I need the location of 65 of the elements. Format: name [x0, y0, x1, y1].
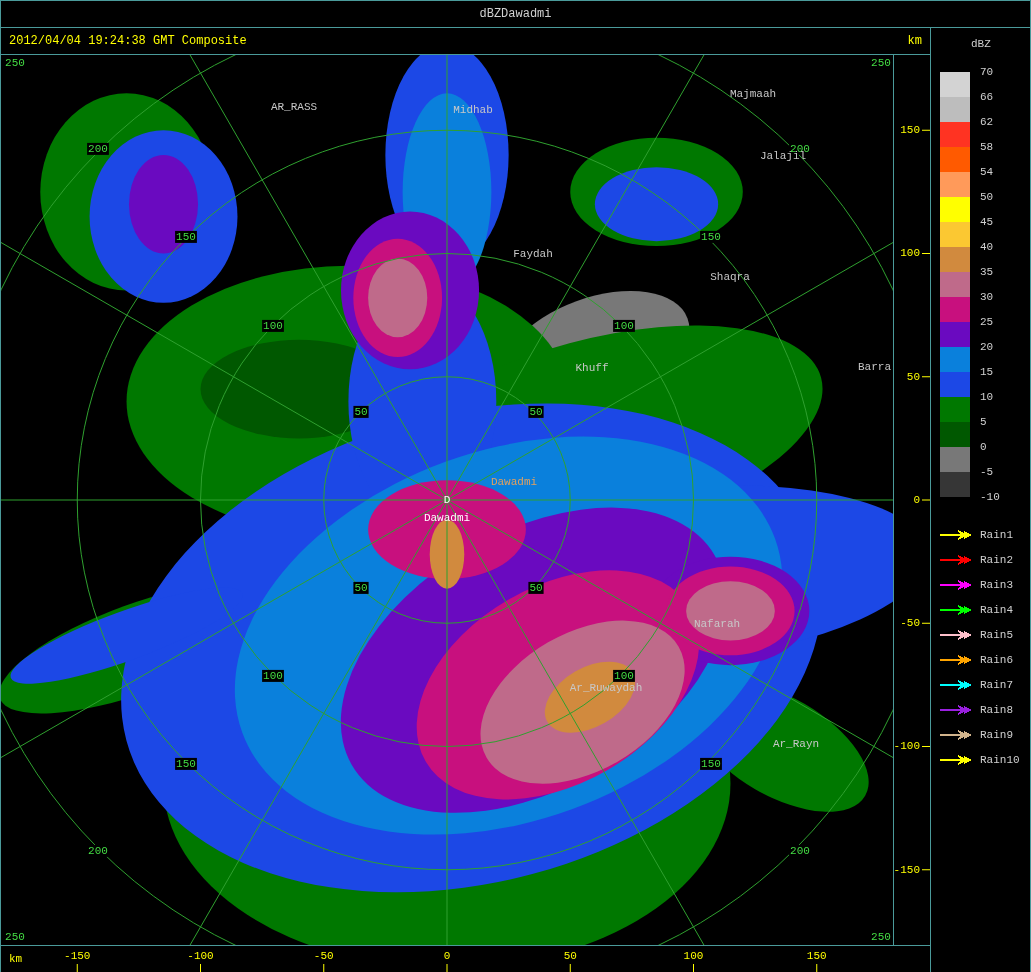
place-label: Nafarah	[693, 617, 741, 630]
place-label: Dawadmi	[423, 511, 471, 524]
scale-label: 10	[980, 390, 995, 405]
axis-tick-label: 150	[900, 123, 920, 136]
axis-tick-label: 0	[443, 949, 451, 962]
place-label: Midhab	[453, 103, 493, 116]
axis-tick-label: 100	[900, 246, 920, 259]
axis-tick-label: -100	[187, 949, 214, 962]
scale-label: 45	[980, 215, 995, 230]
track-label: Rain8	[980, 703, 1013, 716]
scale-label: 35	[980, 265, 995, 280]
scale-label: 25	[980, 315, 995, 330]
track-label: Rain9	[980, 728, 1013, 741]
scale-label: 70	[980, 65, 995, 80]
place-label: Faydah	[513, 247, 553, 260]
scale-label: 66	[980, 90, 995, 105]
scale-label: 40	[980, 240, 995, 255]
scale-label: 58	[980, 140, 995, 155]
scale-label: 0	[980, 440, 988, 455]
track-label: Rain4	[980, 603, 1013, 616]
scale-label: -10	[980, 490, 1000, 505]
place-label: AR_RASS	[270, 100, 318, 113]
axis-tick-label: -150	[64, 949, 91, 962]
scale-label: 50	[980, 190, 995, 205]
axis-tick-label: -50	[313, 949, 334, 962]
range-label: 250	[870, 56, 892, 69]
scale-label: -5	[980, 465, 995, 480]
window-title: dBZDawadmi	[479, 7, 552, 21]
range-label: 250	[870, 930, 892, 943]
axis-tick-label: 100	[683, 949, 704, 962]
place-label: Majmaah	[729, 87, 777, 100]
place-label: Ar_Rayn	[772, 737, 820, 750]
axis-unit-label: km	[9, 952, 23, 965]
track-label: Rain7	[980, 678, 1013, 691]
scale-label: 62	[980, 115, 995, 130]
scale-label: 15	[980, 365, 995, 380]
axis-tick-label: 150	[806, 949, 827, 962]
axis-tick-label: -100	[894, 739, 920, 752]
scale-label: 30	[980, 290, 995, 305]
unit-label: km	[907, 33, 922, 48]
timestamp-label: 2012/04/04 19:24:38 GMT Composite	[9, 33, 247, 48]
range-label: 250	[4, 56, 26, 69]
axis-tick-label: 0	[913, 493, 920, 506]
track-label: Rain1	[980, 528, 1013, 541]
axis-tick-label: -50	[900, 616, 920, 629]
axis-tick-label: -150	[894, 863, 920, 876]
track-label: Rain5	[980, 628, 1013, 641]
track-label: Rain3	[980, 578, 1013, 591]
place-label: Shaqra	[710, 270, 750, 283]
place-label: Dawadmi	[490, 475, 538, 488]
track-label: Rain6	[980, 653, 1013, 666]
axis-tick-label: 50	[906, 370, 920, 383]
legend-title: dBZ	[971, 38, 991, 50]
range-label: 200	[789, 844, 811, 857]
track-label: Rain2	[980, 553, 1013, 566]
scale-label: 20	[980, 340, 995, 355]
range-label: 200	[87, 844, 109, 857]
center-marker: D	[443, 493, 451, 506]
place-label: Khuff	[575, 361, 609, 374]
scale-label: 54	[980, 165, 995, 180]
range-label: 250	[4, 930, 26, 943]
track-label: Rain10	[980, 753, 1020, 766]
axis-tick-label: 50	[563, 949, 577, 962]
place-label: Barra	[858, 360, 891, 373]
scale-label: 5	[980, 415, 988, 430]
